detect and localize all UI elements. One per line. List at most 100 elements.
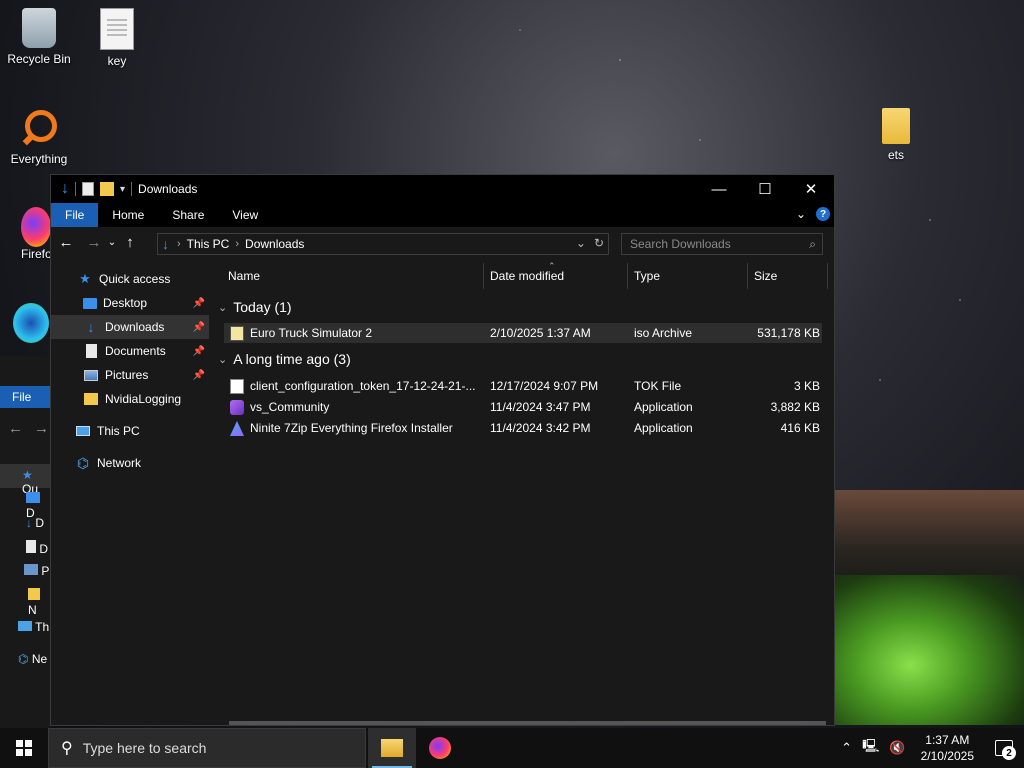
file-name: Euro Truck Simulator 2 (250, 326, 373, 340)
back-arrow-icon[interactable]: ← (55, 234, 77, 251)
search-box[interactable]: ⌕ (621, 233, 823, 255)
new-folder-icon[interactable] (100, 182, 114, 196)
background-nav-item[interactable]: ↓ D (26, 516, 44, 530)
nav-item-nvidialogging[interactable]: NvidiaLogging (51, 387, 209, 411)
file-list[interactable]: Name Date modified Type Size ⌃ ⌄ Today (… (210, 261, 834, 725)
tab-view[interactable]: View (218, 203, 272, 227)
nav-item-network[interactable]: ⌬ Network (51, 451, 209, 475)
network-icon: ⌬ (76, 454, 90, 471)
background-nav-item[interactable]: N (28, 588, 50, 617)
properties-icon[interactable] (82, 182, 94, 196)
background-explorer-window[interactable]: File ← → ★ Qu D ↓ D D P N Th ⌬ Ne (0, 356, 50, 728)
nav-item-desktop[interactable]: Desktop 📌 (51, 291, 209, 315)
file-row-vs-community[interactable]: vs_Community 11/4/2024 3:47 PM Applicati… (224, 397, 822, 417)
desktop-icon-ets[interactable]: ets (858, 108, 934, 162)
desktop-icon-firefox[interactable]: Firefo (1, 207, 52, 261)
group-header-long-time-ago[interactable]: ⌄ A long time ago (3) (218, 351, 351, 367)
background-nav-item[interactable]: ⌬ Ne (18, 652, 47, 666)
background-file-tab[interactable]: File (0, 386, 50, 408)
tab-file[interactable]: File (51, 203, 99, 227)
computer-icon (75, 424, 91, 438)
address-row: ← → ⌄ ↑ ↓ › This PC › Downloads ⌄ ↻ ⌕ (51, 227, 834, 263)
star-icon: ★ (79, 271, 91, 286)
folder-icon (28, 588, 40, 600)
firefox-icon (429, 737, 451, 759)
background-nav-item[interactable]: Th (18, 620, 49, 634)
taskbar-search-box[interactable]: ⚲ Type here to search (48, 728, 366, 768)
address-bar-controls: ⌄ ↻ (576, 236, 604, 250)
background-nav-item[interactable]: P (24, 564, 49, 578)
tab-share[interactable]: Share (158, 203, 218, 227)
breadcrumb-separator[interactable]: › (235, 238, 239, 250)
help-icon[interactable]: ? (816, 207, 830, 221)
customize-toolbar-caret-icon[interactable]: ▾ (120, 184, 125, 195)
forward-arrow-icon[interactable]: → (34, 420, 49, 437)
file-size: 3,882 KB (770, 400, 820, 414)
file-date: 11/4/2024 3:47 PM (490, 400, 591, 414)
volume-muted-icon[interactable]: 🔇 (884, 740, 910, 756)
nav-item-downloads[interactable]: ↓ Downloads 📌 (51, 315, 209, 339)
taskbar-firefox[interactable] (416, 728, 464, 768)
start-button[interactable] (0, 728, 48, 768)
column-header-name[interactable]: Name (222, 263, 484, 289)
pin-icon: 📌 (192, 321, 205, 333)
group-header-today[interactable]: ⌄ Today (1) (218, 299, 292, 315)
horizontal-scrollbar[interactable] (229, 721, 826, 725)
file-type: Application (634, 400, 693, 414)
clock[interactable]: 1:37 AM 2/10/2025 (911, 732, 984, 764)
file-name: client_configuration_token_17-12-24-21-.… (250, 379, 476, 393)
desktop-icon-label: Everything (10, 152, 68, 166)
recent-locations-chevron-icon[interactable]: ⌄ (105, 237, 119, 248)
address-history-chevron-icon[interactable]: ⌄ (576, 236, 586, 250)
nav-item-this-pc[interactable]: This PC (51, 419, 209, 443)
explorer-window[interactable]: ↓ ▾ Downloads — ☐ ✕ File Home Share View… (50, 174, 835, 726)
nav-item-pictures[interactable]: Pictures 📌 (51, 363, 209, 387)
navigation-pane[interactable]: ★ Quick access Desktop 📌 ↓ Downloads 📌 D… (51, 263, 209, 725)
breadcrumb-downloads[interactable]: Downloads (245, 237, 304, 251)
desktop-icon-recycle-bin[interactable]: Recycle Bin (1, 8, 77, 66)
expand-ribbon-chevron-icon[interactable]: ⌄ (796, 207, 806, 221)
breadcrumb-separator[interactable]: › (177, 238, 181, 250)
edge-icon (13, 303, 49, 343)
file-row-ninite-installer[interactable]: Ninite 7Zip Everything Firefox Installer… (224, 418, 822, 438)
refresh-icon[interactable]: ↻ (594, 236, 604, 250)
desktop-icon-everything[interactable]: Everything (1, 108, 77, 166)
taskbar-search-placeholder: Type here to search (82, 740, 207, 756)
nav-item-label: Pictures (105, 368, 149, 382)
background-nav-label: Th (35, 620, 50, 634)
column-header-size[interactable]: Size (748, 263, 828, 289)
close-button[interactable]: ✕ (788, 175, 834, 203)
file-type: Application (634, 421, 693, 435)
back-arrow-icon[interactable]: ← (8, 420, 23, 437)
column-header-type[interactable]: Type (628, 263, 748, 289)
document-icon (83, 344, 99, 358)
notification-center-button[interactable]: 2 (984, 728, 1024, 768)
tab-home[interactable]: Home (98, 203, 158, 227)
pictures-icon (24, 564, 38, 575)
tok-file-icon (230, 379, 244, 394)
nav-item-quick-access[interactable]: ★ Quick access (51, 267, 209, 291)
address-bar[interactable]: ↓ › This PC › Downloads ⌄ ↻ (157, 233, 609, 255)
up-arrow-icon[interactable]: ↑ (119, 234, 141, 251)
visual-studio-icon (230, 400, 244, 415)
desktop-icon-edge[interactable] (13, 303, 50, 343)
file-row-client-configuration-token[interactable]: client_configuration_token_17-12-24-21-.… (224, 376, 822, 396)
column-header-date-modified[interactable]: Date modified (484, 263, 628, 289)
collapse-chevron-icon[interactable]: ⌄ (218, 353, 227, 366)
forward-arrow-icon[interactable]: → (83, 234, 105, 251)
show-hidden-icons-chevron-icon[interactable]: ⌃ (836, 740, 857, 756)
windows-logo-icon (16, 740, 32, 756)
nav-item-documents[interactable]: Documents 📌 (51, 339, 209, 363)
desktop-icon-key[interactable]: key (79, 8, 155, 68)
search-input[interactable] (622, 236, 802, 252)
collapse-chevron-icon[interactable]: ⌄ (218, 301, 227, 314)
breadcrumb-this-pc[interactable]: This PC (187, 237, 230, 251)
minimize-button[interactable]: — (696, 175, 742, 203)
taskbar-file-explorer[interactable] (368, 728, 416, 768)
file-row-euro-truck-simulator-2[interactable]: Euro Truck Simulator 2 2/10/2025 1:37 AM… (224, 323, 822, 343)
title-bar[interactable]: ↓ ▾ Downloads — ☐ ✕ (51, 175, 834, 203)
network-status-icon[interactable]: 🖳 (857, 737, 884, 759)
desktop-icon-label: Firefo (21, 247, 52, 261)
background-nav-item[interactable]: D (26, 540, 48, 556)
maximize-button[interactable]: ☐ (742, 175, 788, 203)
